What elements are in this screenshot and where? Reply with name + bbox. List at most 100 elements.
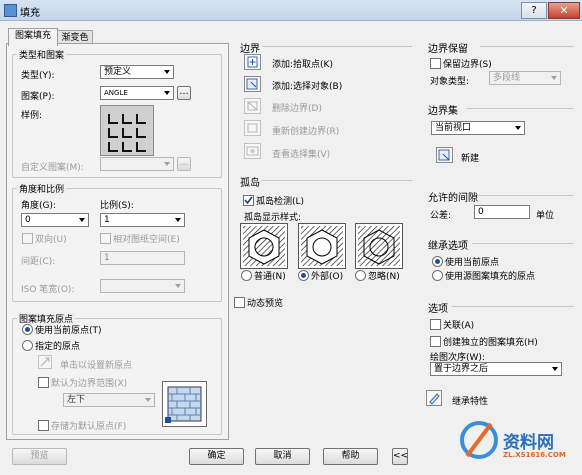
boundary-set-select[interactable]: 当前视口 [431, 121, 525, 135]
iso-pen-select[interactable] [100, 279, 185, 293]
chevron-down-icon [164, 162, 170, 166]
pattern-select[interactable]: ANGLE [100, 86, 174, 100]
new-boundary-set-button[interactable] [436, 147, 453, 163]
inherit-properties-button[interactable] [426, 390, 442, 406]
boundary-retention-group-label: 边界保留 [428, 44, 468, 55]
island-outer-preview[interactable] [298, 223, 346, 269]
view-selections-label[interactable]: 查看选择集(V) [272, 147, 330, 160]
tolerance-input[interactable]: 0 [474, 205, 530, 219]
remove-boundaries-button[interactable] [244, 98, 261, 114]
store-default-origin-label: 存储为默认原点(F) [51, 422, 127, 432]
tolerance-label: 公差: [430, 211, 452, 221]
spacing-input[interactable]: 1 [100, 251, 185, 265]
type-select[interactable]: 预定义 [100, 65, 174, 79]
store-default-origin-checkbox[interactable] [38, 420, 49, 431]
tab-hatch[interactable]: 图案填充 [8, 28, 58, 46]
origin-position-value: 左下 [67, 395, 86, 405]
island-normal-radio[interactable] [241, 270, 252, 281]
angle-value: 0 [25, 215, 31, 225]
boundary-set-group-label: 边界集 [428, 106, 458, 117]
add-select-objects-button[interactable] [244, 76, 261, 92]
inherit-source-origin-radio[interactable] [432, 270, 443, 281]
set-origin-button[interactable] [38, 355, 52, 369]
gap-tolerance-divider [478, 195, 574, 196]
double-label: 双向(U) [35, 235, 67, 245]
tab-gradient[interactable]: 渐变色 [57, 30, 93, 44]
island-normal-preview[interactable] [240, 223, 288, 269]
close-button[interactable]: ✕ [548, 2, 580, 19]
click-set-origin-label: 单击以设置新原点 [60, 361, 133, 371]
relative-paper-label: 相对图纸空间(E) [113, 235, 180, 245]
inherit-properties-label: 继承特性 [452, 397, 489, 407]
separate-hatches-checkbox[interactable] [430, 336, 441, 347]
island-detection-checkbox[interactable] [243, 195, 254, 206]
chevron-down-icon [164, 91, 170, 95]
new-boundary-set-label: 新建 [461, 154, 480, 164]
separate-hatches-label: 创建独立的图案填充(H) [443, 338, 538, 348]
island-ignore-radio[interactable] [355, 270, 366, 281]
ok-button[interactable]: 确定 [189, 448, 244, 465]
app-icon [4, 4, 17, 17]
island-detection-label: 孤岛检测(L) [256, 197, 305, 207]
boundary-divider [262, 46, 412, 47]
default-extent-checkbox[interactable] [38, 377, 49, 388]
default-extent-label: 默认为边界范围(X) [51, 379, 128, 389]
pattern-select-value: ANGLE [104, 89, 128, 97]
object-type-label: 对象类型: [430, 77, 470, 87]
remove-boundaries-label[interactable]: 删除边界(D) [272, 101, 322, 114]
scale-value: 1 [104, 215, 110, 225]
view-selections-button[interactable] [244, 143, 261, 159]
chevron-down-icon [145, 398, 151, 402]
watermark-url: ZL.XS1616.COM [503, 451, 566, 459]
double-checkbox[interactable] [22, 233, 33, 244]
retain-boundaries-checkbox[interactable] [430, 58, 441, 69]
island-normal-label: 普通(N) [254, 272, 286, 282]
pattern-label: 图案(P): [21, 92, 55, 102]
title-bar: 填充 ? ✕ [0, 0, 582, 21]
pattern-browse-button[interactable]: … [177, 86, 191, 100]
boundary-set-divider [466, 108, 574, 109]
spacing-label: 间距(C): [21, 257, 56, 267]
custom-pattern-select[interactable] [100, 157, 174, 171]
boundary-group-label: 边界 [240, 44, 260, 55]
dynamic-preview-checkbox[interactable] [234, 297, 245, 308]
inherit-source-origin-label: 使用源图案填充的原点 [445, 272, 536, 282]
help-button[interactable]: ? [521, 2, 547, 19]
draw-order-select[interactable]: 置于边界之后 [430, 362, 562, 376]
remove-boundary-icon [247, 101, 258, 111]
draw-order-value: 置于边界之后 [434, 364, 489, 374]
island-ignore-preview[interactable] [355, 223, 403, 269]
help-dialog-button[interactable]: 帮助 [323, 448, 378, 465]
associative-checkbox[interactable] [430, 319, 441, 330]
island-outer-radio[interactable] [298, 270, 309, 281]
pattern-swatch[interactable] [100, 105, 154, 156]
recreate-boundary-button[interactable] [244, 120, 261, 136]
swatch-label: 样例: [21, 111, 43, 121]
island-ignore-label: 忽略(N) [368, 272, 400, 282]
origin-position-select[interactable]: 左下 [63, 393, 155, 407]
select-objects-icon [246, 78, 258, 90]
specified-origin-radio[interactable] [22, 340, 33, 351]
preview-button[interactable]: 预览 [12, 448, 67, 465]
recreate-boundary-label[interactable]: 重新创建边界(R) [272, 124, 339, 137]
custom-browse-button[interactable]: … [177, 157, 191, 171]
collapse-button[interactable]: << [392, 448, 408, 465]
add-pick-points-label[interactable]: 添加:拾取点(K) [272, 57, 333, 70]
object-type-value: 多段线 [493, 73, 521, 83]
angle-select[interactable]: 0 [21, 213, 89, 227]
watermark-site: 资料网 [503, 433, 554, 453]
angle-label: 角度(G): [21, 201, 57, 211]
use-current-origin-radio[interactable] [22, 324, 33, 335]
cancel-button[interactable]: 取消 [255, 448, 310, 465]
pick-point-icon [247, 56, 258, 68]
add-pick-points-button[interactable] [244, 54, 261, 70]
relative-paper-checkbox[interactable] [100, 233, 111, 244]
add-select-objects-label[interactable]: 添加:选择对象(B) [272, 79, 342, 92]
inherit-current-origin-radio[interactable] [432, 256, 443, 267]
scale-select[interactable]: 1 [100, 213, 185, 227]
inherit-current-origin-label: 使用当前原点 [445, 258, 500, 268]
chevron-down-icon [79, 218, 85, 222]
object-type-select[interactable]: 多段线 [489, 71, 561, 85]
gap-tolerance-group-label: 允许的间隙 [428, 193, 478, 204]
options-divider [452, 306, 574, 307]
